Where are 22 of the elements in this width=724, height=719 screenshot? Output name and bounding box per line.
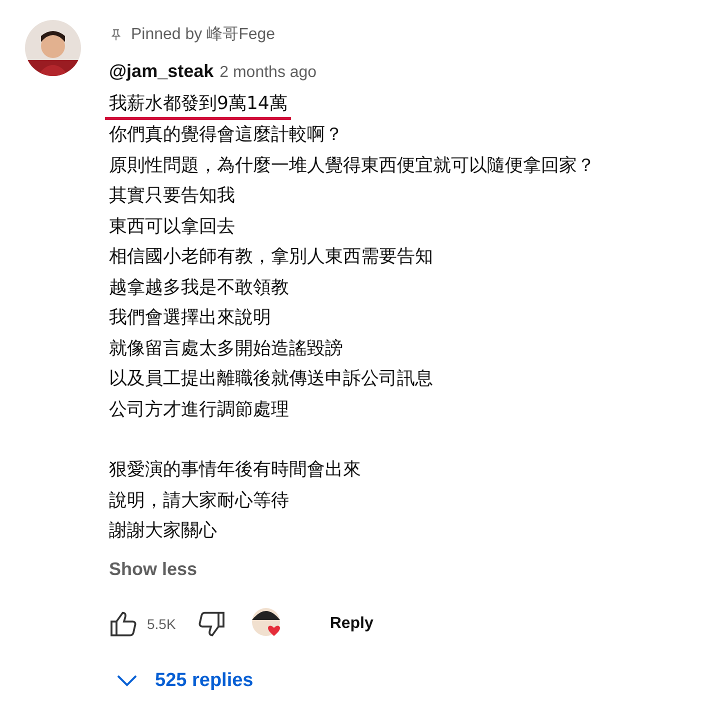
comment-line: 相信國小老師有教，拿別人東西需要告知 <box>109 245 433 269</box>
comment-line: 狠愛演的事情年後有時間會出來 <box>109 458 361 482</box>
replies-toggle[interactable]: 525 replies <box>117 670 254 692</box>
show-less-button[interactable]: Show less <box>109 558 198 580</box>
comment-line: 原則性問題，為什麼一堆人覺得東西便宜就可以隨便拿回家？ <box>109 154 595 178</box>
comment-line: 就像留言處太多開始造謠毀謗 <box>109 336 343 360</box>
underlined-text: 我薪水都發到9萬14萬 <box>105 90 292 120</box>
comment-line: 你們真的覺得會這麼計較啊？ <box>109 123 343 147</box>
author-name[interactable]: @jam_steak <box>109 61 214 82</box>
like-count: 5.5K <box>147 616 176 632</box>
comment-line: 東西可以拿回去 <box>109 214 235 238</box>
pinned-label: Pinned by 峰哥Fege <box>131 25 276 45</box>
comment-line: 其實只要告知我 <box>109 184 235 208</box>
comment-line: 越拿越多我是不敢領教 <box>109 276 289 300</box>
comment-time[interactable]: 2 months ago <box>220 64 317 82</box>
comment-line: 我們會選擇出來說明 <box>109 306 271 330</box>
comment-line: 謝謝大家關心 <box>109 519 217 543</box>
comment-line: 以及員工提出離職後就傳送申訴公司訊息 <box>109 367 433 391</box>
chevron-down-icon <box>117 674 137 686</box>
comment-line: 說明，請大家耐心等待 <box>109 488 289 512</box>
comment-line: 公司方才進行調節處理 <box>109 398 289 422</box>
reply-button[interactable]: Reply <box>330 614 374 632</box>
